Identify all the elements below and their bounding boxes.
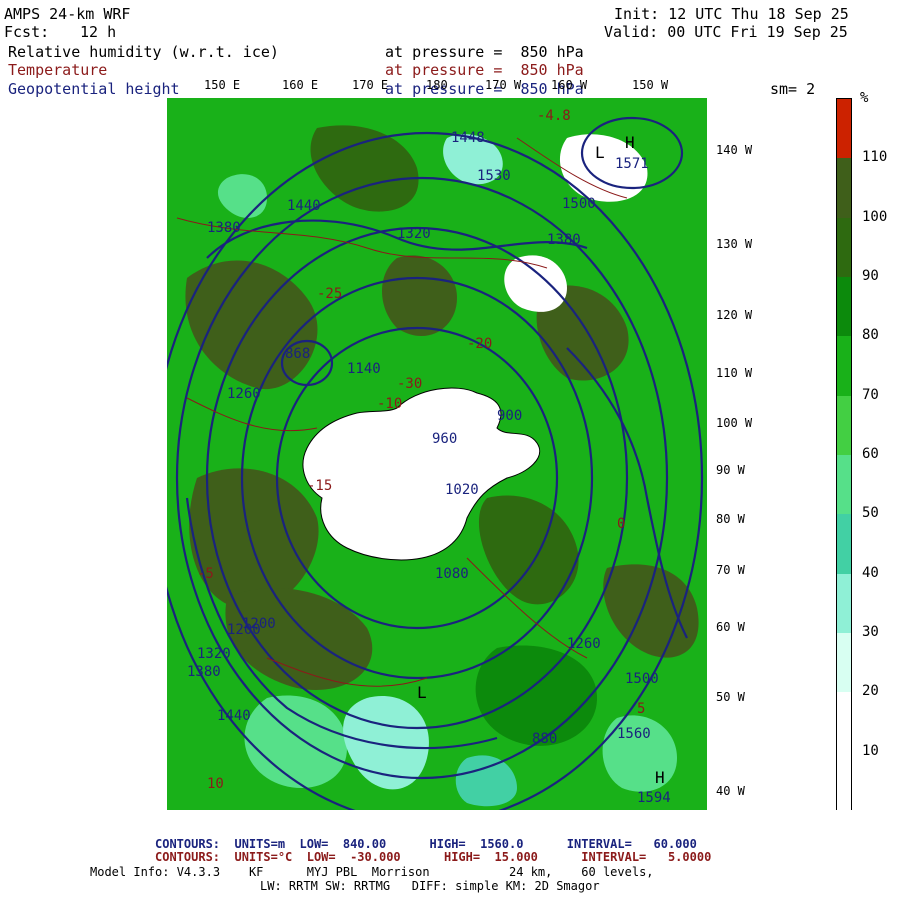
colorbar-tick-label: 100 (862, 208, 888, 225)
height-label: 1380 (207, 220, 241, 236)
colorbar-segment (837, 573, 851, 634)
height-label: 1440 (287, 198, 321, 214)
height-label: 1571 (615, 156, 649, 172)
model-title: AMPS 24-km WRF (4, 5, 131, 23)
colorbar-segment (837, 751, 851, 812)
height-label: 1380 (187, 664, 221, 680)
field-temp-level: at pressure = 850 hPa (385, 61, 584, 79)
lat-label: 110 W (716, 366, 753, 380)
colorbar-tick-label: 80 (862, 327, 879, 344)
colorbar-tick-label: 50 (862, 505, 879, 522)
lat-label: 70 W (716, 563, 745, 577)
colorbar-segment (837, 336, 851, 397)
low-marker: L (417, 683, 427, 702)
lat-label: 130 W (716, 237, 753, 251)
colorbar-tick-label: 110 (862, 149, 888, 166)
temp-label: -25 (317, 286, 342, 302)
height-label: 880 (532, 731, 557, 747)
colorbar-segment (837, 99, 851, 159)
forecast-hour: 12 h (80, 23, 117, 41)
init-time: Init: 12 UTC Thu 18 Sep 25 (614, 5, 849, 23)
colorbar-tick-label: 40 (862, 564, 879, 581)
height-label: 1020 (445, 482, 479, 498)
height-label: 1560 (617, 726, 651, 742)
lat-label: 120 W (716, 308, 753, 322)
colorbar-tick-label: 70 (862, 386, 879, 403)
colorbar (836, 98, 852, 812)
field-height: Geopotential height (8, 80, 180, 98)
height-label: 1260 (567, 636, 601, 652)
lon-label: 160 W (551, 78, 588, 92)
lat-label: 60 W (716, 620, 745, 634)
footer-model-info: Model Info: V4.3.3 KF MYJ PBL Morrison 2… (90, 865, 654, 879)
height-label: 1200 (227, 622, 261, 638)
temp-label: 0 (617, 516, 625, 532)
lon-label: 160 E (282, 78, 319, 92)
colorbar-segment (837, 395, 851, 456)
colorbar-tick-label: 20 (862, 683, 879, 700)
lon-label: 150 E (204, 78, 241, 92)
height-label: 1380 (547, 232, 581, 248)
colorbar-tick-label: 90 (862, 268, 879, 284)
lat-label: 100 W (716, 416, 753, 430)
height-label: 1448 (451, 130, 485, 146)
field-rh-level: at pressure = 850 hPa (385, 43, 584, 61)
height-label: 1594 (637, 790, 671, 806)
height-label: 1320 (397, 226, 431, 242)
high-marker: H (655, 768, 665, 787)
colorbar-segment (837, 633, 851, 693)
temp-label: -15 (307, 478, 332, 494)
lon-label: 170 E (352, 78, 389, 92)
field-temp: Temperature (8, 61, 108, 79)
height-label: 1530 (477, 168, 511, 184)
temp-label: 10 (207, 776, 224, 792)
temp-label: -30 (397, 376, 422, 392)
smoothing-label: sm= 2 (770, 80, 816, 98)
height-label: 1260 (227, 386, 261, 402)
lon-label: 180 (426, 78, 448, 92)
forecast-label: Fcst: (4, 23, 50, 41)
temp-label: -10 (377, 396, 402, 412)
colorbar-segment (837, 455, 851, 515)
colorbar-tick-label: 10 (862, 742, 879, 759)
height-label: 1500 (562, 196, 596, 212)
valid-time: Valid: 00 UTC Fri 19 Sep 25 (604, 23, 848, 41)
colorbar-segment (837, 514, 851, 575)
height-label: 1440 (217, 708, 251, 724)
height-label: 1320 (197, 646, 231, 662)
colorbar-unit: % (860, 90, 869, 106)
lat-label: 90 W (716, 463, 745, 477)
temp-label: -5 (197, 566, 214, 582)
colorbar-segment (837, 277, 851, 337)
colorbar-segment (837, 158, 851, 219)
height-label: 960 (432, 431, 457, 447)
colorbar-tick-label: 60 (862, 446, 879, 462)
lon-label: 170 W (485, 78, 522, 92)
height-label: 868 (285, 346, 310, 362)
lat-label: 80 W (716, 512, 745, 526)
height-label: 1080 (435, 566, 469, 582)
height-label: 900 (497, 408, 522, 424)
lat-label: 50 W (716, 690, 745, 704)
footer-contours-temp: CONTOURS: UNITS=°C LOW= -30.000 HIGH= 15… (155, 850, 712, 864)
colorbar-segment (837, 217, 851, 278)
low-marker: L (595, 143, 605, 162)
temp-label: 5 (637, 701, 645, 717)
colorbar-tick-label: 30 (862, 624, 879, 640)
lat-label: 40 W (716, 784, 745, 798)
field-rh: Relative humidity (w.r.t. ice) (8, 43, 279, 61)
weather-map[interactable]: 1448 1530 1500 1380 1440 1380 1320 1260 … (167, 98, 707, 810)
lon-label: 150 W (632, 78, 669, 92)
height-label: 1500 (625, 671, 659, 687)
footer-model-info-2: LW: RRTM SW: RRTMG DIFF: simple KM: 2D S… (260, 879, 600, 893)
high-marker: H (625, 133, 635, 152)
temp-label: -20 (467, 336, 492, 352)
lat-label: 140 W (716, 143, 753, 157)
height-label: 1140 (347, 361, 381, 377)
colorbar-segment (837, 692, 851, 753)
temp-label: -4.8 (537, 108, 571, 124)
